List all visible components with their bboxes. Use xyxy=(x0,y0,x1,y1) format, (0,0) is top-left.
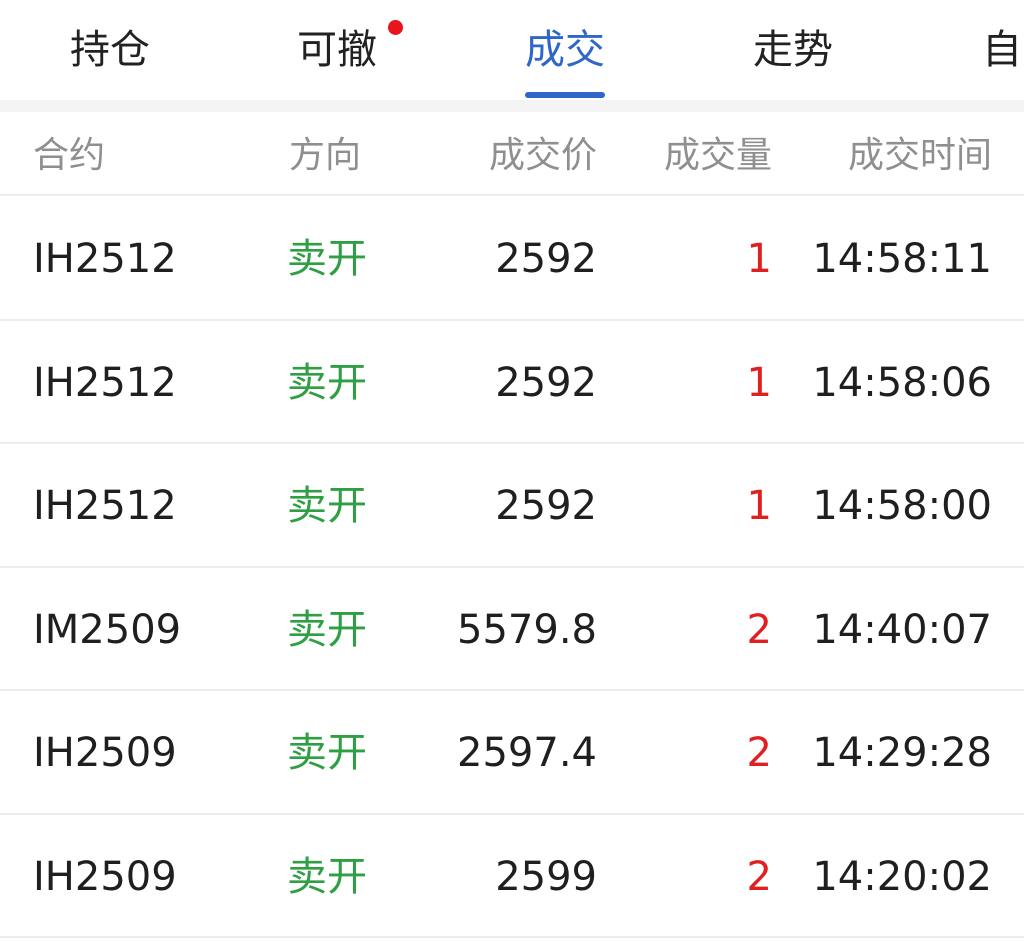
table-row[interactable]: IH2512 卖开 2592 1 14:58:11 xyxy=(0,197,1024,321)
quantity-cell: 2 xyxy=(746,606,772,653)
tab-watchlist-label: 自 xyxy=(982,27,1022,73)
contract-cell: IM2509 xyxy=(33,606,182,653)
quantity-cell: 1 xyxy=(746,236,772,282)
price-cell: 2592 xyxy=(495,483,597,529)
direction-cell: 卖开 xyxy=(287,853,367,900)
contract-cell: IH2509 xyxy=(33,730,177,776)
tab-positions[interactable]: 持仓 xyxy=(70,22,150,82)
quantity-cell: 2 xyxy=(746,853,772,900)
tab-cancelable-label: 可撤 xyxy=(297,27,377,73)
direction-cell: 卖开 xyxy=(287,483,367,529)
notification-dot xyxy=(388,20,403,35)
quantity-cell: 1 xyxy=(746,483,772,529)
time-cell: 14:58:06 xyxy=(812,359,992,406)
time-cell: 14:58:11 xyxy=(812,236,992,282)
table-header: 合约 方向 成交价 成交量 成交时间 xyxy=(0,112,1024,196)
tab-trades-label: 成交 xyxy=(525,27,605,73)
direction-cell: 卖开 xyxy=(287,236,367,282)
tab-trades[interactable]: 成交 xyxy=(525,22,605,98)
active-tab-indicator xyxy=(525,92,605,98)
tab-cancelable[interactable]: 可撤 xyxy=(297,20,403,82)
header-price: 成交价 xyxy=(488,135,597,176)
tab-bar: 持仓 可撤 成交 走势 自 xyxy=(0,0,1024,100)
trade-list: IH2512 卖开 2592 1 14:58:11 IH2512 卖开 2592… xyxy=(0,197,1024,938)
price-cell: 5579.8 xyxy=(457,606,597,653)
tab-positions-label: 持仓 xyxy=(70,27,150,73)
table-row[interactable]: IM2509 卖开 5579.8 2 14:40:07 xyxy=(0,568,1024,691)
header-contract: 合约 xyxy=(33,135,106,176)
direction-cell: 卖开 xyxy=(287,730,367,776)
header-quantity: 成交量 xyxy=(663,135,772,176)
time-cell: 14:40:07 xyxy=(812,606,992,653)
tab-watchlist[interactable]: 自 xyxy=(982,22,1022,82)
contract-cell: IH2512 xyxy=(33,359,177,406)
price-cell: 2592 xyxy=(495,236,597,282)
header-time: 成交时间 xyxy=(847,135,992,176)
contract-cell: IH2509 xyxy=(33,853,177,900)
header-direction: 方向 xyxy=(289,135,362,176)
table-row[interactable]: IH2512 卖开 2592 1 14:58:00 xyxy=(0,444,1024,568)
tab-trend[interactable]: 走势 xyxy=(753,22,833,82)
time-cell: 14:20:02 xyxy=(812,853,992,900)
time-cell: 14:29:28 xyxy=(812,730,992,776)
quantity-cell: 2 xyxy=(746,730,772,776)
time-cell: 14:58:00 xyxy=(812,483,992,529)
price-cell: 2599 xyxy=(495,853,597,900)
direction-cell: 卖开 xyxy=(287,359,367,406)
table-row[interactable]: IH2512 卖开 2592 1 14:58:06 xyxy=(0,321,1024,444)
contract-cell: IH2512 xyxy=(33,483,177,529)
price-cell: 2597.4 xyxy=(457,730,597,776)
section-divider xyxy=(0,100,1024,112)
price-cell: 2592 xyxy=(495,359,597,406)
tab-trend-label: 走势 xyxy=(753,27,833,73)
quantity-cell: 1 xyxy=(746,359,772,406)
contract-cell: IH2512 xyxy=(33,236,177,282)
direction-cell: 卖开 xyxy=(287,606,367,653)
table-row[interactable]: IH2509 卖开 2599 2 14:20:02 xyxy=(0,815,1024,938)
table-row[interactable]: IH2509 卖开 2597.4 2 14:29:28 xyxy=(0,691,1024,815)
